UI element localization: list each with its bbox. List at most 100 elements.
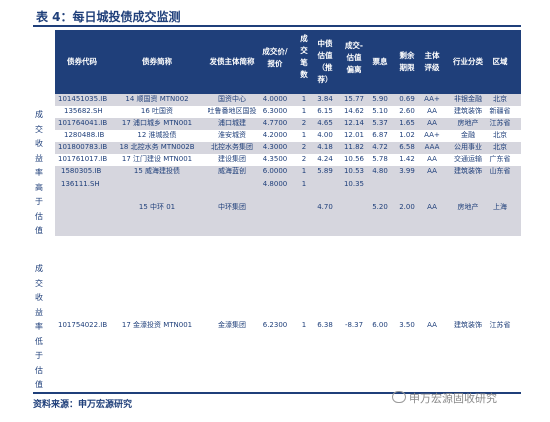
cell-maturity: 1.65 — [399, 119, 415, 127]
cell-count: 1 — [301, 180, 307, 188]
cell-deviation: 12.14 — [343, 119, 365, 127]
cell-name: 15 中环 01 — [138, 203, 176, 211]
watermark-text: 申万宏源固收研究 — [409, 392, 497, 405]
cell-count: 1 — [301, 95, 307, 103]
cell-maturity: 3.99 — [399, 167, 415, 175]
header-issuer: 发债主体简称 — [209, 57, 255, 66]
cell-region: 山东省 — [489, 167, 511, 175]
cell-industry: 公用事业 — [454, 143, 482, 151]
cell-rating: AA — [427, 107, 437, 115]
watermark: 申万宏源固收研究 — [392, 390, 497, 406]
cell-code: 136111.SH — [61, 180, 100, 188]
cell-coupon: 4.72 — [372, 143, 388, 151]
cell-price: 6.0000 — [262, 167, 288, 175]
cell-valuation: 6.15 — [317, 107, 333, 115]
cell-deviation: -8.37 — [344, 321, 364, 329]
cell-region: 北京 — [493, 143, 507, 151]
cell-region: 江苏省 — [489, 321, 511, 329]
header-rating: 主体评级 — [424, 51, 440, 72]
source-note: 资料来源：申万宏源研究 — [33, 400, 133, 410]
cell-count: 1 — [301, 107, 307, 115]
cell-issuer: 威海蓝创 — [218, 167, 246, 175]
cell-count: 2 — [301, 155, 307, 163]
cell-maturity: 1.02 — [399, 131, 415, 139]
header-price: 成交价/报价 — [262, 47, 288, 68]
group-label-high: 成交收益率高于估值 — [35, 110, 43, 235]
cell-count: 1 — [301, 131, 307, 139]
cell-rating: AA — [427, 119, 437, 127]
cell-valuation: 3.84 — [317, 95, 333, 103]
cell-industry: 建筑装饰 — [454, 167, 482, 175]
cell-valuation: 4.65 — [317, 119, 333, 127]
cell-issuer: 建设集团 — [218, 155, 246, 163]
header-industry: 行业分类 — [453, 57, 483, 66]
cell-coupon: 5.90 — [372, 95, 388, 103]
table-row: 101800783.IB 18 北控水务 MTN002B 北控水务集团 4.30… — [55, 142, 521, 154]
cell-region: 新疆省 — [489, 107, 511, 115]
cell-coupon: 6.87 — [372, 131, 388, 139]
cell-deviation: 12.01 — [343, 131, 365, 139]
cell-deviation: 10.35 — [343, 180, 365, 188]
cell-industry: 金融 — [461, 131, 475, 139]
cell-code: 101764041.IB — [58, 119, 108, 127]
cell-code: 1580305.IB — [61, 167, 102, 175]
cell-code: 135682.SH — [64, 107, 103, 115]
cell-deviation: 10.56 — [343, 155, 365, 163]
table-header: 债券代码 债券简称 发债主体简称 成交价/报价 成交笔数 中债估值（推荐） 成交… — [55, 30, 521, 94]
cell-industry: 建筑装饰 — [454, 107, 482, 115]
cell-price: 4.8000 — [262, 180, 288, 188]
cell-deviation: 11.82 — [343, 143, 365, 151]
cell-valuation: 4.18 — [317, 143, 333, 151]
cell-rating: AA+ — [424, 95, 440, 103]
cell-maturity: 3.50 — [399, 321, 415, 329]
table-row: 101764041.IB 17 浦口城乡 MTN001 浦口城建 4.7700 … — [55, 118, 521, 130]
cell-code: 101451035.IB — [58, 95, 108, 103]
cell-maturity: 6.58 — [399, 143, 415, 151]
cell-name: 18 北控水务 MTN002B — [119, 143, 195, 151]
cell-rating: AA — [427, 155, 437, 163]
table-row: 101761017.IB 17 江门建设 MTN001 建设集团 4.3500 … — [55, 154, 521, 166]
cell-coupon: 4.80 — [372, 167, 388, 175]
cell-region: 广东省 — [489, 155, 511, 163]
table-row: 1580305.IB 15 威海建投债 威海蓝创 6.0000 1 5.89 1… — [55, 166, 521, 178]
table-row: 1280488.IB 12 淮城投债 淮安城资 4.2000 1 4.00 12… — [55, 130, 521, 142]
title-rule — [33, 25, 521, 27]
cell-deviation: 10.53 — [343, 167, 365, 175]
cell-deviation: 14.62 — [343, 107, 365, 115]
cell-name: 17 江门建设 MTN001 — [121, 155, 193, 163]
table-row: 101451035.IB 14 顺国资 MTN002 国资中心 4.0000 1… — [55, 94, 521, 106]
cell-coupon: 6.00 — [372, 321, 388, 329]
cell-name: 12 淮城投债 — [137, 131, 177, 139]
table-row: 135682.SH 16 吐国资 吐鲁番地区国投 6.3000 1 6.15 1… — [55, 106, 521, 118]
cell-rating: AA+ — [424, 131, 440, 139]
cell-count: 2 — [301, 119, 307, 127]
cell-valuation: 4.70 — [317, 203, 333, 211]
cell-coupon: 5.37 — [372, 119, 388, 127]
header-valuation: 中债估值（推荐） — [317, 39, 333, 84]
cell-price: 6.2300 — [262, 321, 288, 329]
cell-maturity: 1.42 — [399, 155, 415, 163]
cell-coupon: 5.10 — [372, 107, 388, 115]
cell-rating: AA — [427, 321, 437, 329]
cell-issuer: 金濠集团 — [218, 321, 246, 329]
cell-code: 101754022.IB — [58, 321, 108, 329]
cell-issuer: 淮安城资 — [218, 131, 246, 139]
header-region: 区域 — [492, 57, 508, 66]
cell-industry: 房地产 — [457, 203, 479, 211]
cell-issuer: 浦口城建 — [218, 119, 246, 127]
cell-code: 1280488.IB — [64, 131, 105, 139]
wechat-icon — [392, 391, 406, 403]
cell-coupon: 5.20 — [372, 203, 388, 211]
cell-code: 101761017.IB — [58, 155, 108, 163]
cell-price: 4.3000 — [262, 143, 288, 151]
cell-maturity: 2.60 — [399, 107, 415, 115]
cell-price: 4.2000 — [262, 131, 288, 139]
cell-issuer: 中环集团 — [218, 203, 246, 211]
cell-maturity: 2.00 — [399, 203, 415, 211]
cell-deviation: 15.77 — [343, 95, 365, 103]
cell-rating: AA — [427, 203, 437, 211]
header-bond-code: 债券代码 — [67, 57, 97, 66]
cell-price: 6.3000 — [262, 107, 288, 115]
cell-name: 14 顺国资 MTN002 — [125, 95, 189, 103]
cell-maturity: 0.69 — [399, 95, 415, 103]
